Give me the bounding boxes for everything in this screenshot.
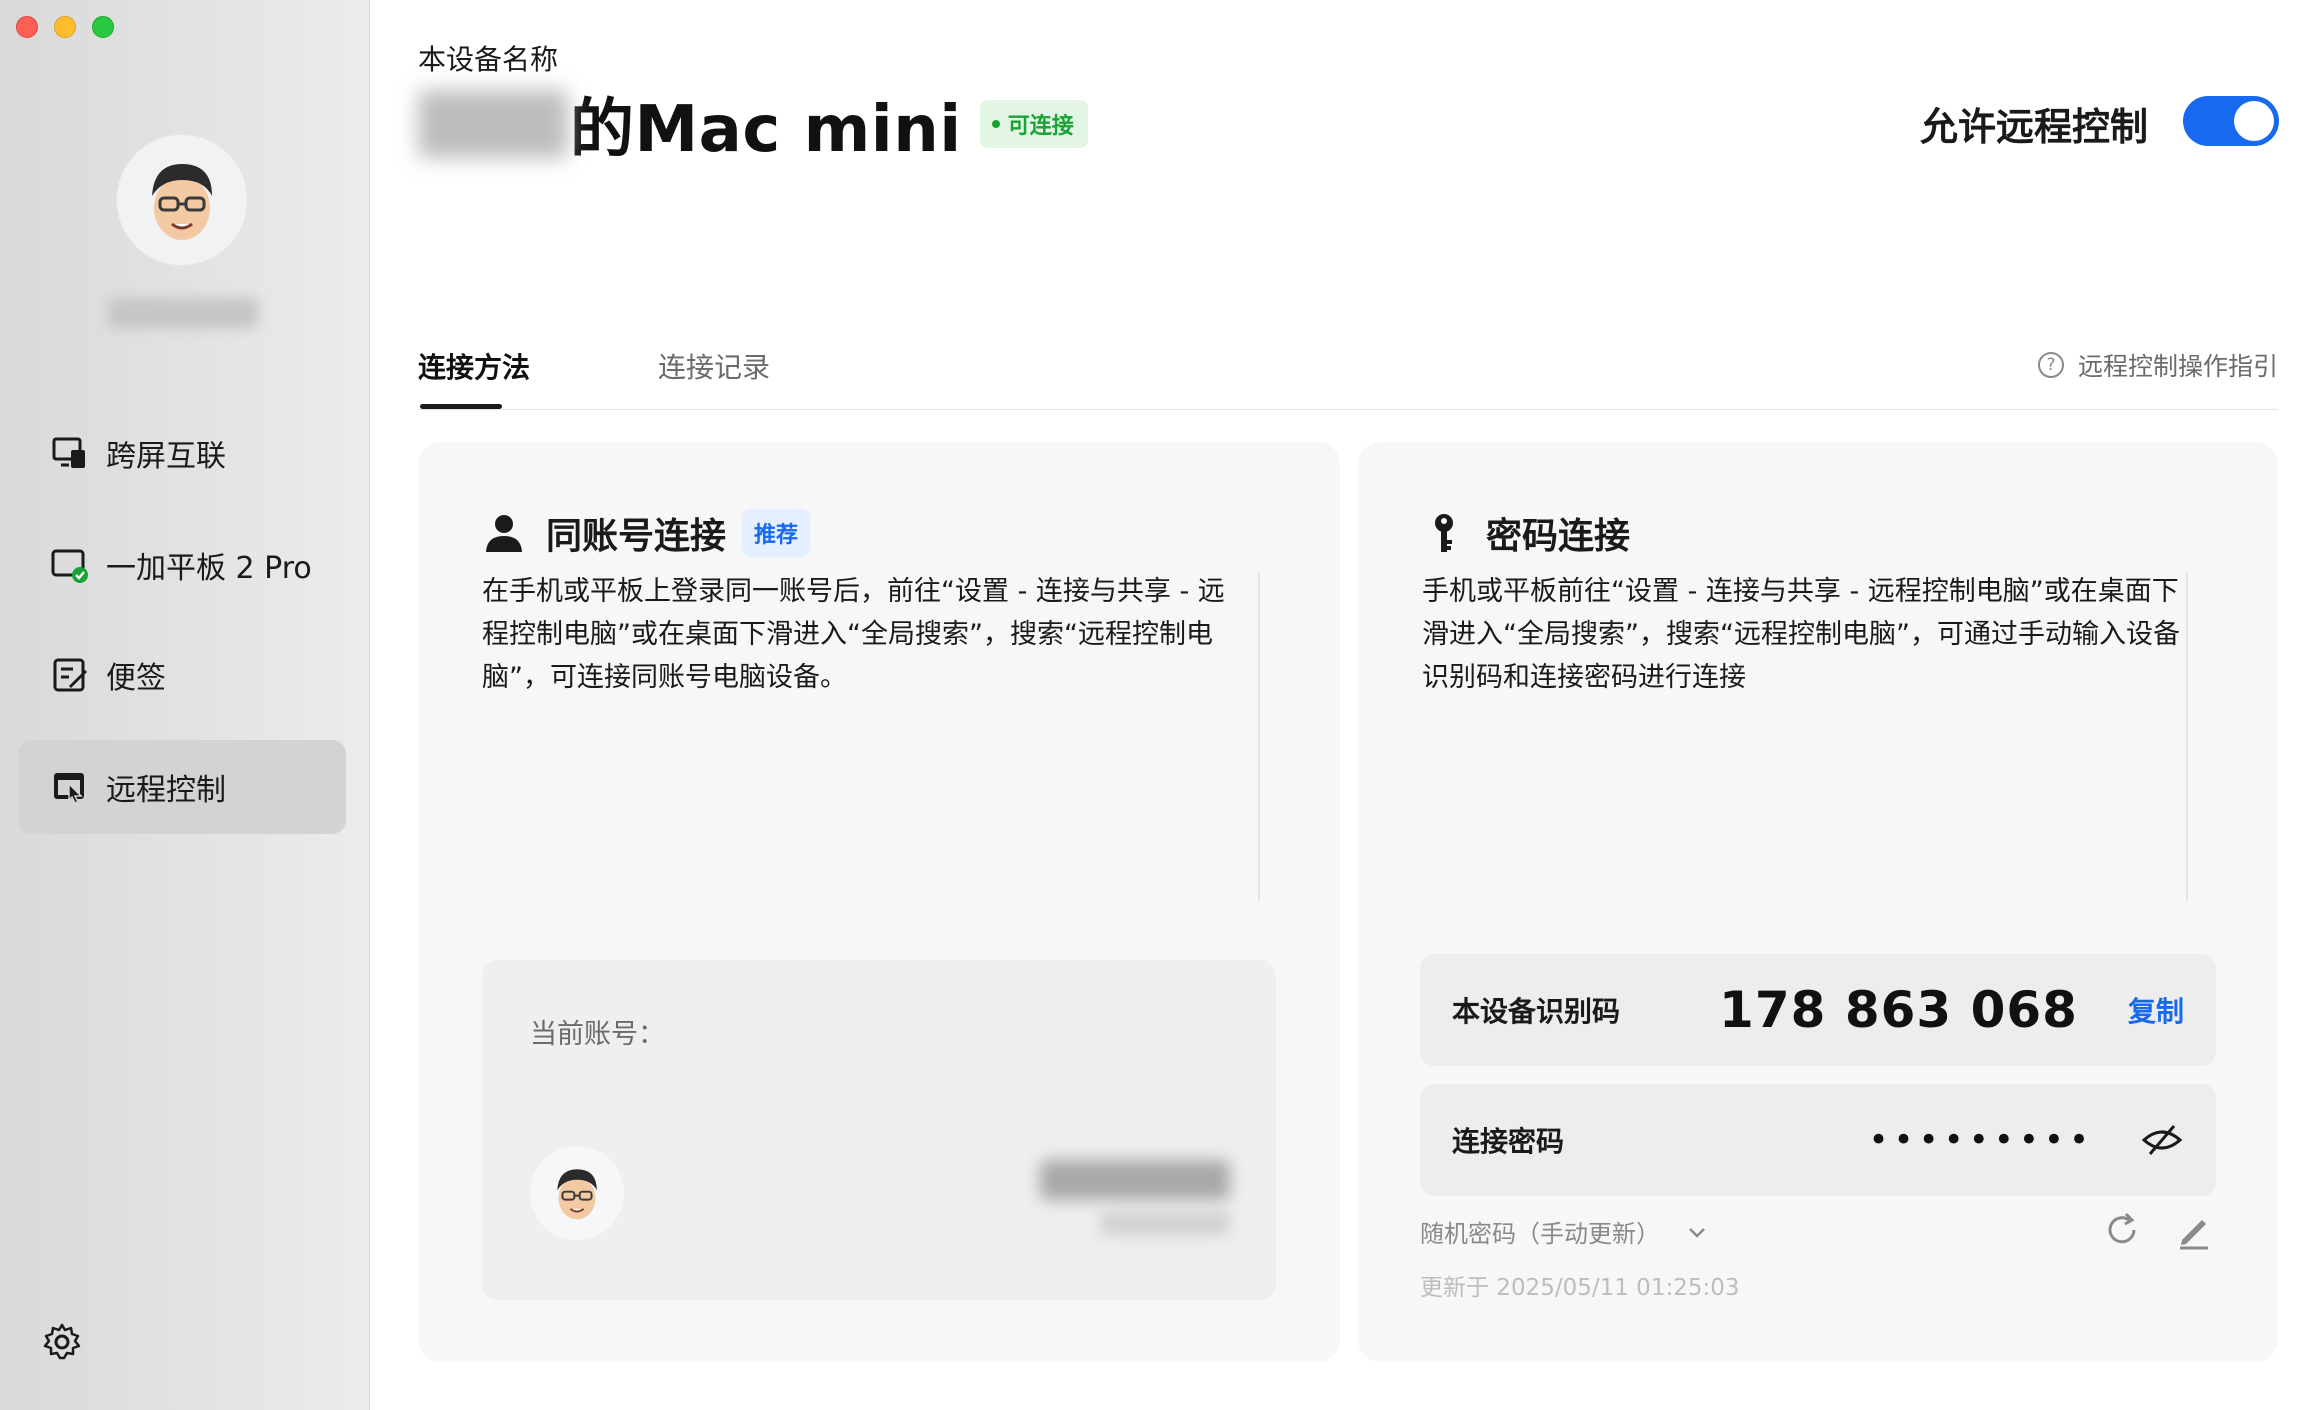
- password-row: 连接密码 •••••••••: [1420, 1084, 2216, 1196]
- status-label: 可连接: [1007, 114, 1074, 139]
- remote-guide-link[interactable]: ? 远程控制操作指引: [2037, 347, 2278, 383]
- tabs-divider: [418, 409, 2278, 410]
- sidebar-item-tablet[interactable]: 一加平板 2 Pro: [18, 518, 346, 612]
- description-scrollbar[interactable]: [2186, 572, 2188, 902]
- sidebar: 跨屏互联 一加平板 2 Pro 便签 远程控制: [0, 0, 370, 1410]
- owner-name-redacted: [418, 90, 568, 158]
- password-mode-dropdown[interactable]: 随机密码（手动更新）: [1420, 1214, 1708, 1249]
- device-name: 的Mac mini: [570, 93, 962, 167]
- key-icon: [1422, 511, 1466, 555]
- password-connect-card: 密码连接 手机或平板前往“设置 - 连接与共享 - 远程控制电脑”或在桌面下滑进…: [1358, 442, 2278, 1362]
- current-account-label: 当前账号：: [530, 1019, 665, 1050]
- window-controls: [16, 16, 114, 38]
- current-account-box: 当前账号：: [482, 960, 1276, 1300]
- memoji-avatar-icon: [557, 1169, 597, 1220]
- person-icon: [482, 511, 526, 555]
- tablet-connected-icon: [50, 545, 90, 585]
- user-avatar[interactable]: [117, 135, 247, 265]
- account-avatar: [530, 1146, 624, 1240]
- password-title-row: 密码连接: [1422, 507, 1630, 559]
- memoji-avatar-icon: [152, 164, 212, 240]
- tab-bar: 连接方法 连接记录: [418, 346, 898, 386]
- pencil-icon[interactable]: [2174, 1210, 2214, 1250]
- same-account-title: 同账号连接: [546, 516, 727, 557]
- sidebar-item-label: 远程控制: [106, 773, 226, 808]
- sidebar-item-label: 跨屏互联: [106, 439, 226, 474]
- chevron-down-icon: [1686, 1221, 1708, 1243]
- allow-remote-toggle[interactable]: [2183, 96, 2279, 146]
- guide-link-label: 远程控制操作指引: [2077, 352, 2278, 381]
- password-description: 手机或平板前往“设置 - 连接与共享 - 远程控制电脑”或在桌面下滑进入“全局搜…: [1422, 576, 2180, 693]
- gear-icon[interactable]: [42, 1322, 82, 1362]
- device-id-value: 178 863 068: [1719, 981, 2078, 1039]
- same-account-card: 同账号连接 推荐 在手机或平板上登录同一账号后，前往“设置 - 连接与共享 - …: [418, 442, 1340, 1362]
- status-dot-icon: [991, 120, 1000, 128]
- remote-control-icon: [50, 767, 90, 807]
- screen-link-icon: [50, 433, 90, 473]
- device-id-row: 本设备识别码 178 863 068 复制: [1420, 954, 2216, 1066]
- sidebar-item-remote-control[interactable]: 远程控制: [18, 740, 346, 834]
- device-name-caption: 本设备名称: [418, 43, 559, 76]
- help-circle-icon: ?: [2037, 352, 2064, 378]
- sidebar-item-label: 便签: [106, 661, 166, 696]
- status-badge: 可连接: [979, 100, 1088, 148]
- eye-hidden-icon[interactable]: [2140, 1118, 2184, 1162]
- username-redacted: [108, 298, 258, 328]
- account-name-redacted: [1040, 1160, 1230, 1200]
- description-scrollbar[interactable]: [1258, 572, 1260, 902]
- password-label: 连接密码: [1452, 1125, 1565, 1158]
- allow-remote-label: 允许远程控制: [1919, 105, 2148, 149]
- refresh-icon[interactable]: [2102, 1210, 2142, 1250]
- minimize-window-button[interactable]: [54, 16, 76, 38]
- tab-connection-history[interactable]: 连接记录: [658, 346, 770, 386]
- close-window-button[interactable]: [16, 16, 38, 38]
- account-id-redacted: [1100, 1210, 1230, 1236]
- same-account-description: 在手机或平板上登录同一账号后，前往“设置 - 连接与共享 - 远程控制电脑”或在…: [482, 576, 1225, 693]
- tab-connection-method[interactable]: 连接方法: [418, 346, 530, 386]
- password-updated-time: 更新于 2025/05/11 01:25:03: [1420, 1275, 1740, 1301]
- same-account-title-row: 同账号连接 推荐: [482, 507, 811, 559]
- sidebar-item-notes[interactable]: 便签: [18, 628, 346, 722]
- copy-id-button[interactable]: 复制: [2128, 990, 2184, 1030]
- password-masked-value: •••••••••: [1868, 1120, 2094, 1160]
- sidebar-item-cross-screen[interactable]: 跨屏互联: [18, 406, 346, 500]
- device-id-label: 本设备识别码: [1452, 995, 1621, 1028]
- recommended-badge: 推荐: [742, 509, 811, 557]
- password-title: 密码连接: [1486, 516, 1631, 557]
- device-name-row: 的Mac mini 可连接: [418, 78, 1088, 170]
- sidebar-item-label: 一加平板 2 Pro: [106, 551, 312, 586]
- note-edit-icon: [50, 655, 90, 695]
- zoom-window-button[interactable]: [92, 16, 114, 38]
- toggle-knob: [2234, 101, 2274, 141]
- password-mode-label: 随机密码（手动更新）: [1420, 1220, 1660, 1248]
